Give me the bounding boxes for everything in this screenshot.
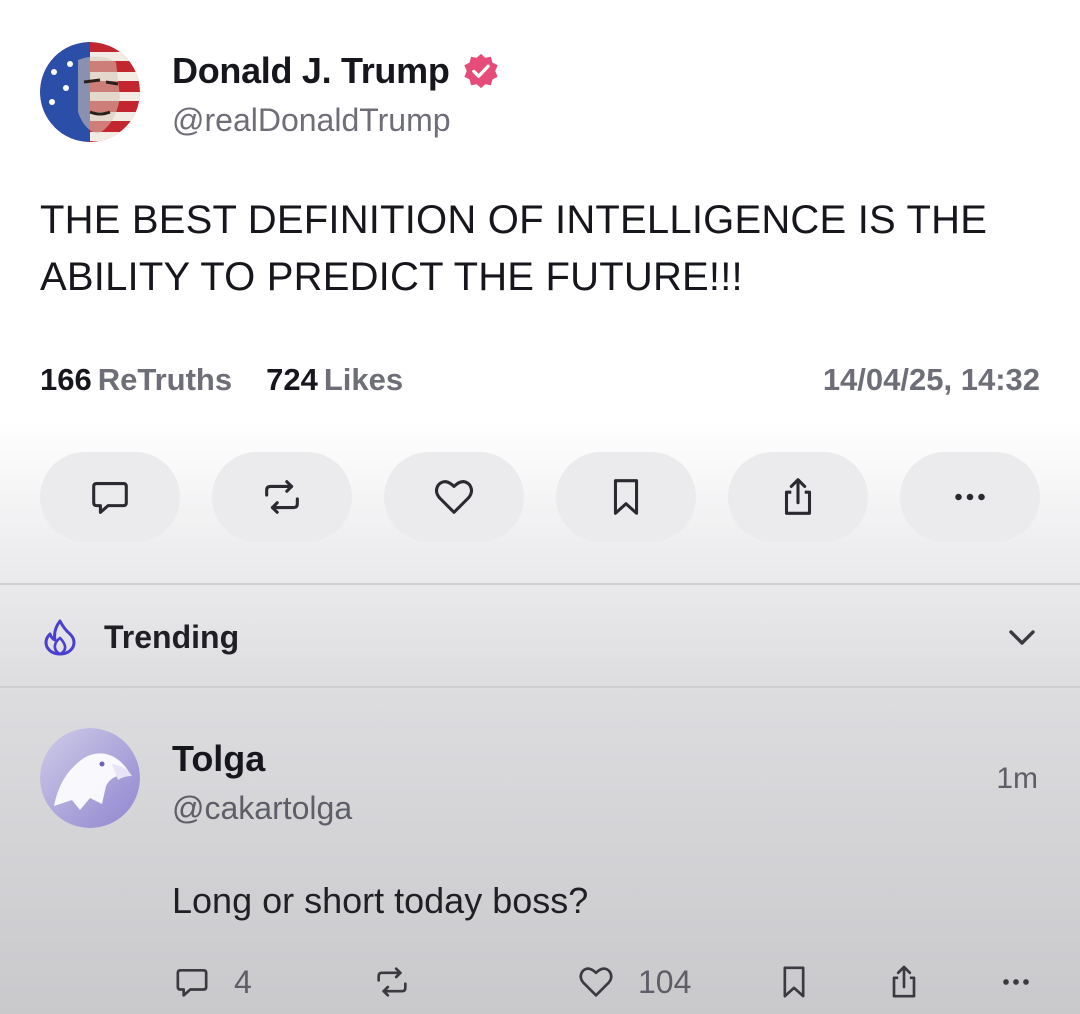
heart-icon (434, 480, 474, 514)
reply-share-button[interactable] (884, 962, 924, 1002)
comment-button[interactable] (40, 452, 180, 542)
bookmark-button[interactable] (556, 452, 696, 542)
eagle-avatar-image (40, 728, 140, 828)
reply-action-bar: 4 104 (172, 962, 1042, 1014)
reply-timestamp: 1m (996, 762, 1038, 795)
share-icon (892, 965, 916, 998)
post-header: Donald J. Trump @realDonaldTrump (40, 42, 500, 142)
author-avatar-image (40, 42, 140, 142)
divider-bottom (0, 686, 1080, 688)
retruths-label: ReTruths (97, 362, 233, 397)
reply-like-count: 104 (638, 963, 692, 1000)
reply-retruth-button[interactable] (372, 962, 412, 1002)
reply-bookmark-button[interactable] (774, 962, 814, 1002)
bookmark-icon (613, 479, 639, 515)
author-block: Donald J. Trump @realDonaldTrump (172, 50, 500, 139)
author-line: Donald J. Trump (172, 50, 500, 92)
post-text: THE BEST DEFINITION OF INTELLIGENCE IS T… (40, 198, 988, 299)
reply-like-button[interactable]: 104 (576, 962, 691, 1002)
more-button[interactable] (900, 452, 1040, 542)
reply-author-handle[interactable]: @cakartolga (172, 790, 352, 827)
trending-label: Trending (104, 618, 240, 655)
retruths-count: 166 (40, 362, 92, 397)
divider-top (0, 583, 1080, 585)
likes-count: 724 (266, 362, 318, 397)
chevron-down-icon[interactable] (1004, 619, 1040, 655)
share-button[interactable] (728, 452, 868, 542)
more-icon (1003, 979, 1029, 985)
more-icon (955, 493, 985, 501)
comment-icon (176, 969, 208, 997)
retruth-button[interactable] (212, 452, 352, 542)
retruths-stat[interactable]: 166 ReTruths (40, 362, 232, 398)
likes-label: Likes (323, 362, 404, 397)
likes-stat[interactable]: 724 Likes (266, 362, 403, 398)
reply-text: Long or short today boss? (172, 880, 589, 921)
share-icon (784, 478, 812, 515)
reply-comment-count: 4 (234, 963, 252, 1000)
retruth-icon (265, 480, 299, 514)
retruth-icon (377, 967, 407, 997)
author-avatar[interactable] (40, 42, 140, 142)
trending-header[interactable]: Trending (40, 610, 1040, 664)
post-stats: 166 ReTruths 724 Likes 14/04/25, 14:32 (40, 362, 1040, 398)
author-name[interactable]: Donald J. Trump (172, 50, 450, 92)
bookmark-icon (783, 966, 805, 998)
post-action-bar (40, 452, 1040, 542)
reply-author-name[interactable]: Tolga (172, 738, 265, 780)
flame-icon (44, 619, 76, 656)
heart-icon (579, 967, 613, 997)
reply-comment-button[interactable]: 4 (172, 962, 252, 1002)
like-button[interactable] (384, 452, 524, 542)
reply-more-button[interactable] (996, 962, 1036, 1002)
reply-avatar[interactable] (40, 728, 140, 828)
author-handle[interactable]: @realDonaldTrump (172, 102, 500, 139)
comment-icon (92, 482, 128, 514)
verified-badge-icon (463, 53, 498, 89)
post-timestamp: 14/04/25, 14:32 (822, 362, 1040, 397)
